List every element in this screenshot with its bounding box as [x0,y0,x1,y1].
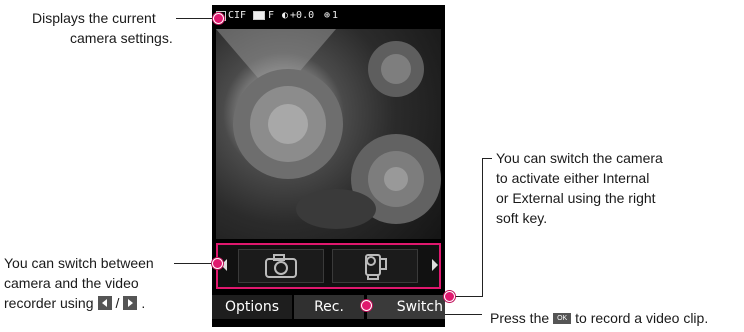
callout-switch-camera-leader-v [482,158,483,296]
callout-switch-mode-marker [212,258,223,269]
callout-camera-settings: Displays the current camera settings. [32,8,182,48]
callout-switch-mode-line-2: camera and the video [4,275,139,291]
right-arrow-key-icon [123,296,138,310]
quality-icon [253,11,265,20]
brightness-icon: ◐ [282,10,289,21]
callout-record: Press the OK to record a video clip. [490,308,740,328]
callout-settings-line-1: Displays the current [32,10,156,26]
mode-right-arrow-icon[interactable] [432,259,438,271]
viewfinder-preview [216,29,441,239]
callout-settings-marker [213,13,224,24]
callout-record-marker [361,300,372,311]
callout-switch-camera-leader-h2 [452,296,483,297]
resolution-label: CIF [228,10,247,21]
video-mode-button[interactable] [332,249,418,283]
callout-switch-camera-line-2: to activate either Internal [496,170,650,186]
callout-record-suffix: to record a video clip. [575,310,709,326]
ok-key-icon: OK [553,312,572,324]
options-softkey[interactable]: Options [212,295,292,319]
callout-switch-mode-suffix: . [141,295,146,311]
callout-switch-mode-leader [174,263,216,264]
switch-softkey[interactable]: Switch [367,295,445,319]
callout-switch-camera: You can switch the camera to activate ei… [496,148,716,228]
callout-switch-camera-leader-h [482,158,492,159]
left-arrow-key-icon [97,296,112,310]
callout-switch-mode-line-3: recorder using / . [4,293,204,313]
softkey-bar: Options Rec. Switch [212,295,445,327]
roses-image [216,29,441,229]
callout-record-prefix: Press the [490,310,550,326]
zoom-value: 1 [332,10,339,21]
camcorder-icon [365,254,387,280]
callout-switch-camera-line-1: You can switch the camera [496,150,663,166]
camera-icon [265,254,297,278]
callout-switch-camera-line-3: or External using the right [496,190,656,206]
mode-switch-bar[interactable] [216,243,441,289]
brightness-value: +0.0 [290,10,315,21]
camera-screen: CIF F ◐ +0.0 ⊕ 1 Options Rec. Switch [212,5,445,327]
callout-switch-camera-line-4: soft key. [496,210,548,226]
callout-settings-line-2: camera settings. [70,30,173,46]
brightness-indicator: ◐ +0.0 [282,10,314,21]
callout-switch-mode-separator: / [115,295,120,311]
record-softkey[interactable]: Rec. [294,295,364,319]
zoom-icon: ⊕ [324,10,331,21]
quality-indicator: F [252,10,274,21]
callout-switch-camera-marker [444,291,455,302]
zoom-indicator: ⊕ 1 [324,10,338,21]
callout-switch-mode-prefix: recorder using [4,295,94,311]
callout-switch-mode: You can switch between camera and the vi… [4,253,204,313]
status-bar: CIF F ◐ +0.0 ⊕ 1 [212,5,445,29]
camera-mode-button[interactable] [238,249,324,283]
quality-label: F [268,10,275,21]
